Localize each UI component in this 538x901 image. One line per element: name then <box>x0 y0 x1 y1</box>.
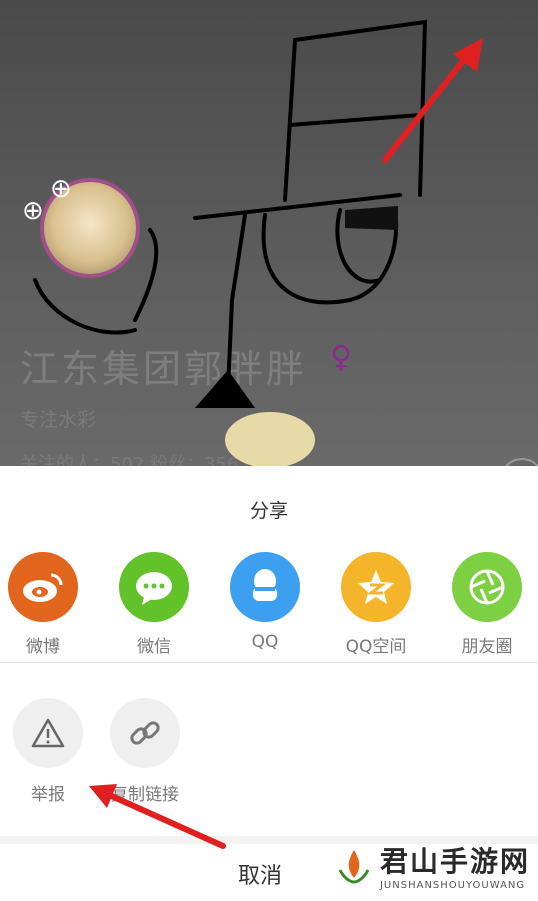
sticker-icon: ⊕ <box>50 174 72 204</box>
link-icon <box>110 698 180 768</box>
wechat-icon <box>119 552 189 622</box>
share-options-row: 微博 微信 QQ QQ空间 朋友圈 <box>0 552 538 662</box>
profile-header: ⊕ ⊕ 江东集团郭胖胖 ♀ 专注水彩 关注的人：502 粉丝：356 <box>0 0 538 466</box>
sticker-icon: ⊕ <box>22 196 44 226</box>
action-label: 复制链接 <box>111 785 179 805</box>
share-qq-button[interactable]: QQ <box>220 552 310 652</box>
share-moments-button[interactable]: 朋友圈 <box>442 552 532 657</box>
qq-icon <box>230 552 300 622</box>
action-label: 举报 <box>31 785 65 805</box>
watermark-title: 君山手游网 <box>379 845 530 878</box>
profile-name: 江东集团郭胖胖 <box>20 347 308 391</box>
watermark: 君山手游网 JUNSHANSHOUYOUWANG <box>334 840 530 891</box>
share-sheet: 分享 微博 微信 QQ QQ空间 朋友圈 举报 复制链接 取消 <box>0 466 538 901</box>
profile-description: 专注水彩 <box>20 409 97 431</box>
report-button[interactable]: 举报 <box>0 698 98 805</box>
watermark-subtitle: JUNSHANSHOUYOUWANG <box>379 880 526 891</box>
share-qzone-button[interactable]: QQ空间 <box>331 552 421 657</box>
divider <box>0 662 538 663</box>
share-label: 微博 <box>26 637 60 657</box>
share-label: 朋友圈 <box>461 637 513 657</box>
moments-icon <box>452 552 522 622</box>
cancel-label: 取消 <box>238 864 283 889</box>
share-weibo-button[interactable]: 微博 <box>0 552 88 657</box>
gender-female-icon: ♀ <box>330 340 352 375</box>
weibo-icon <box>8 552 78 622</box>
qzone-icon <box>341 552 411 622</box>
share-label: 微信 <box>137 637 171 657</box>
watermark-logo-icon <box>338 849 370 884</box>
warning-icon <box>13 698 83 768</box>
share-wechat-button[interactable]: 微信 <box>109 552 199 657</box>
profile-stats: 关注的人：502 粉丝：356 <box>20 454 239 466</box>
share-label: QQ空间 <box>345 637 407 657</box>
share-label: QQ <box>251 632 279 652</box>
copy-link-button[interactable]: 复制链接 <box>95 698 195 805</box>
sheet-title: 分享 <box>249 500 288 522</box>
